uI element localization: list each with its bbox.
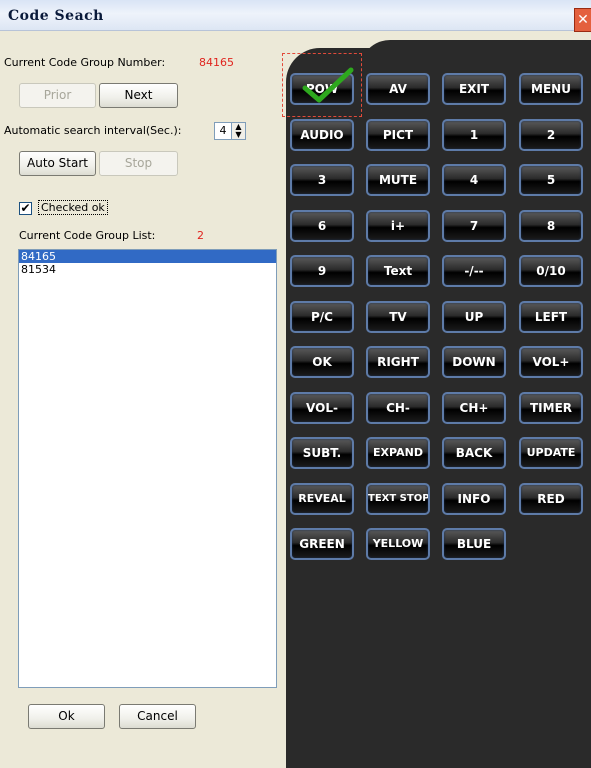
- checked-ok-label[interactable]: Checked ok: [38, 200, 108, 215]
- remote-button-ch[interactable]: CH+: [442, 392, 506, 424]
- remote-button-6[interactable]: 6: [290, 210, 354, 242]
- stop-button[interactable]: Stop: [99, 151, 178, 176]
- remote-button-5[interactable]: 5: [519, 164, 583, 196]
- remote-button-right[interactable]: RIGHT: [366, 346, 430, 378]
- remote-button-info[interactable]: INFO: [442, 483, 506, 515]
- remote-button-vol[interactable]: VOL+: [519, 346, 583, 378]
- remote-button-red[interactable]: RED: [519, 483, 583, 515]
- interval-label: Automatic search interval(Sec.):: [4, 124, 182, 137]
- remote-button-up[interactable]: UP: [442, 301, 506, 333]
- next-button[interactable]: Next: [99, 83, 178, 108]
- remote-button-update[interactable]: UPDATE: [519, 437, 583, 469]
- interval-input[interactable]: 4: [214, 122, 232, 140]
- remote-button-i[interactable]: i+: [366, 210, 430, 242]
- remote-button-8[interactable]: 8: [519, 210, 583, 242]
- remote-button-vol[interactable]: VOL-: [290, 392, 354, 424]
- remote-button-1[interactable]: 1: [442, 119, 506, 151]
- remote-button-0-10[interactable]: 0/10: [519, 255, 583, 287]
- window-title: Code Seach: [8, 8, 104, 24]
- remote-button-left[interactable]: LEFT: [519, 301, 583, 333]
- remote-button-subt[interactable]: SUBT.: [290, 437, 354, 469]
- remote-button-ch[interactable]: CH-: [366, 392, 430, 424]
- list-item[interactable]: 81534: [19, 263, 276, 276]
- remote-button-text-stop[interactable]: TEXT STOP: [366, 483, 430, 515]
- remote-button-9[interactable]: 9: [290, 255, 354, 287]
- list-item[interactable]: 84165: [19, 250, 276, 263]
- remote-button-text[interactable]: Text: [366, 255, 430, 287]
- remote-button-menu[interactable]: MENU: [519, 73, 583, 105]
- spin-down-icon[interactable]: ▼: [232, 131, 245, 139]
- remote-button-audio[interactable]: AUDIO: [290, 119, 354, 151]
- auto-start-button[interactable]: Auto Start: [19, 151, 96, 176]
- remote-button-av[interactable]: AV: [366, 73, 430, 105]
- remote-button-yellow[interactable]: YELLOW: [366, 528, 430, 560]
- code-group-list[interactable]: 84165 81534: [18, 249, 277, 688]
- remote-button-ok[interactable]: OK: [290, 346, 354, 378]
- checked-ok-checkbox[interactable]: ✔: [19, 202, 32, 215]
- check-icon: [302, 67, 354, 103]
- remote-button-back[interactable]: BACK: [442, 437, 506, 469]
- prior-button[interactable]: Prior: [19, 83, 96, 108]
- remote-button-3[interactable]: 3: [290, 164, 354, 196]
- remote-button-4[interactable]: 4: [442, 164, 506, 196]
- remote-button-expand[interactable]: EXPAND: [366, 437, 430, 469]
- remote-button-blue[interactable]: BLUE: [442, 528, 506, 560]
- group-number-label: Current Code Group Number:: [4, 56, 166, 69]
- remote-button-down[interactable]: DOWN: [442, 346, 506, 378]
- remote-button-p-c[interactable]: P/C: [290, 301, 354, 333]
- remote-button-timer[interactable]: TIMER: [519, 392, 583, 424]
- interval-spinner[interactable]: ▲ ▼: [231, 122, 246, 140]
- remote-button-mute[interactable]: MUTE: [366, 164, 430, 196]
- code-list-label: Current Code Group List:: [19, 229, 156, 242]
- code-list-count: 2: [197, 229, 204, 242]
- group-number-value: 84165: [199, 56, 234, 69]
- remote-button-exit[interactable]: EXIT: [442, 73, 506, 105]
- remote-button-2[interactable]: 2: [519, 119, 583, 151]
- remote-button-tv[interactable]: TV: [366, 301, 430, 333]
- remote-button-pict[interactable]: PICT: [366, 119, 430, 151]
- close-icon[interactable]: ✕: [574, 8, 591, 32]
- remote-button-green[interactable]: GREEN: [290, 528, 354, 560]
- remote-button-[interactable]: -/--: [442, 255, 506, 287]
- remote-button-reveal[interactable]: REVEAL: [290, 483, 354, 515]
- remote-button-7[interactable]: 7: [442, 210, 506, 242]
- cancel-button[interactable]: Cancel: [119, 704, 196, 729]
- title-bar: Code Seach ✕: [0, 0, 591, 32]
- checkmark-icon: ✔: [20, 201, 31, 215]
- ok-button[interactable]: Ok: [28, 704, 105, 729]
